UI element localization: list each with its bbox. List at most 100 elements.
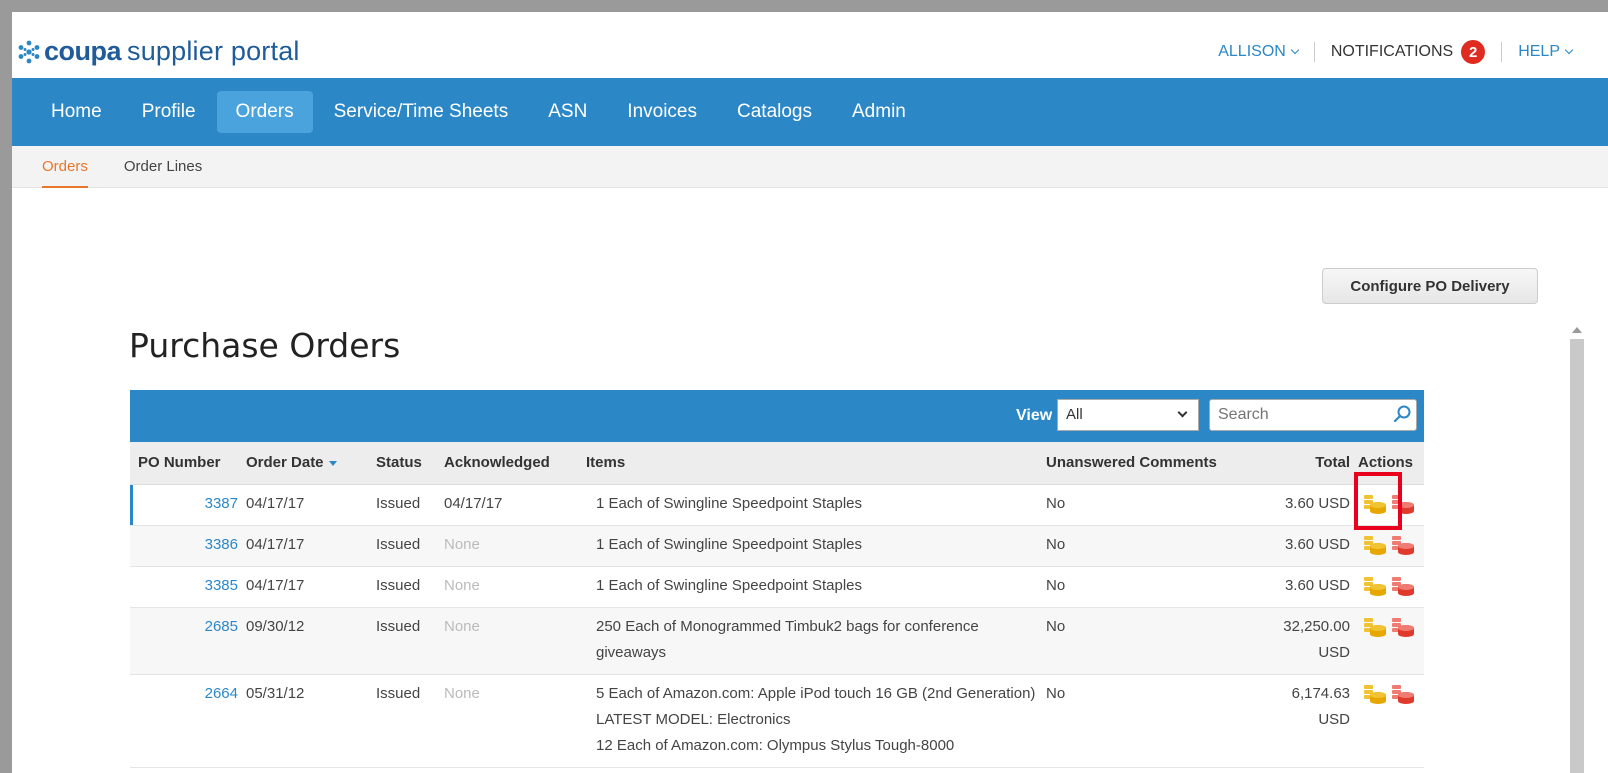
table-row[interactable]: 3385 04/17/17 Issued None 1 Each of Swin… — [130, 566, 1424, 608]
table-header-row: PO Number Order Date Status Acknowledged… — [130, 442, 1424, 485]
create-credit-note-icon[interactable] — [1389, 615, 1417, 639]
create-invoice-icon[interactable] — [1361, 533, 1389, 557]
logo-wordmark-bold: coupa — [44, 36, 122, 66]
items: 1 Each of Swingline Speedpoint Staples — [582, 566, 1042, 608]
tab-orders[interactable]: Orders — [216, 91, 313, 159]
acknowledged: None — [440, 525, 582, 567]
status: Issued — [372, 566, 440, 608]
items: 5 Each of Amazon.com: Apple iPod touch 1… — [582, 674, 1042, 768]
top-bar: coupa supplier portal ALLISON NOTIFICATI… — [12, 12, 1608, 78]
create-invoice-icon[interactable] — [1361, 682, 1389, 706]
user-name: ALLISON — [1218, 43, 1286, 60]
logo-wordmark-rest: supplier portal — [127, 36, 300, 66]
tab-invoices[interactable]: Invoices — [608, 91, 716, 133]
page-scrollbar[interactable] — [1560, 325, 1596, 773]
scroll-up-arrow-icon[interactable] — [1572, 327, 1582, 333]
view-label: View — [1016, 407, 1053, 424]
unanswered-comments: No — [1042, 674, 1264, 768]
po-number-link[interactable]: 3386 — [130, 525, 242, 567]
app-window: coupa supplier portal ALLISON NOTIFICATI… — [0, 0, 1608, 773]
help-label: HELP — [1518, 43, 1560, 60]
tab-catalogs[interactable]: Catalogs — [718, 91, 831, 133]
create-credit-note-icon[interactable] — [1389, 533, 1417, 557]
table-row[interactable]: 2664 05/31/12 Issued None 5 Each of Amaz… — [130, 674, 1424, 768]
table-toolbar: View All — [130, 390, 1424, 442]
search-input[interactable] — [1209, 399, 1417, 431]
tab-asn[interactable]: ASN — [529, 91, 606, 133]
items: 1 Each of Swingline Speedpoint Staples — [582, 484, 1042, 526]
page-title: Purchase Orders — [129, 326, 401, 365]
notifications-count-badge: 2 — [1461, 40, 1486, 64]
configure-po-delivery-button[interactable]: Configure PO Delivery — [1322, 268, 1538, 304]
col-status[interactable]: Status — [372, 442, 440, 485]
item-line: 5 Each of Amazon.com: Apple iPod touch 1… — [596, 684, 1036, 728]
total: 32,250.00 USD — [1264, 607, 1354, 675]
tab-home[interactable]: Home — [32, 91, 121, 133]
po-number-link[interactable]: 2685 — [130, 607, 242, 675]
col-po-number[interactable]: PO Number — [130, 442, 242, 485]
divider — [1313, 42, 1315, 62]
sort-desc-icon — [328, 460, 337, 466]
create-invoice-icon[interactable] — [1361, 615, 1389, 639]
po-number-link[interactable]: 3387 — [130, 484, 242, 526]
purchase-orders-table-panel: View All PO Number Order Date Status Ack… — [130, 390, 1424, 773]
status: Issued — [372, 674, 440, 768]
status: Issued — [372, 525, 440, 567]
row-actions — [1354, 674, 1424, 768]
chevron-down-icon — [1177, 407, 1188, 418]
view-select[interactable]: All — [1057, 399, 1199, 431]
coupa-snowflake-icon — [18, 40, 40, 63]
col-items[interactable]: Items — [582, 442, 1042, 485]
create-invoice-icon[interactable] — [1361, 574, 1389, 598]
acknowledged: None — [440, 566, 582, 608]
item-line: 1 Each of Swingline Speedpoint Staples — [596, 535, 863, 553]
tab-service-time-sheets[interactable]: Service/Time Sheets — [315, 91, 528, 133]
create-credit-note-icon[interactable] — [1389, 574, 1417, 598]
col-acknowledged[interactable]: Acknowledged — [440, 442, 582, 485]
col-order-date-label: Order Date — [246, 454, 324, 472]
status: Issued — [372, 607, 440, 675]
row-actions — [1354, 525, 1424, 567]
unanswered-comments: No — [1042, 566, 1264, 608]
order-date: 04/17/17 — [242, 566, 372, 608]
subtab-orders[interactable]: Orders — [42, 146, 88, 188]
help-menu[interactable]: HELP — [1518, 43, 1574, 61]
total: 6,174.63 USD — [1264, 674, 1354, 768]
table-row[interactable]: 3387 04/17/17 Issued 04/17/17 1 Each of … — [130, 484, 1424, 526]
acknowledged: 04/17/17 — [440, 484, 582, 526]
search-icon[interactable] — [1392, 404, 1412, 424]
tab-profile[interactable]: Profile — [123, 91, 215, 133]
highlight-box — [1354, 472, 1402, 530]
divider — [1501, 42, 1503, 62]
col-unanswered-comments[interactable]: Unanswered Comments — [1042, 442, 1264, 485]
col-order-date[interactable]: Order Date — [242, 442, 372, 485]
po-number-link[interactable]: 3385 — [130, 566, 242, 608]
order-date: 04/17/17 — [242, 484, 372, 526]
subtab-order-lines[interactable]: Order Lines — [124, 146, 202, 188]
create-credit-note-icon[interactable] — [1389, 682, 1417, 706]
chevron-down-icon — [1564, 45, 1574, 55]
tab-admin[interactable]: Admin — [833, 91, 925, 133]
items: 1 Each of Swingline Speedpoint Staples — [582, 525, 1042, 567]
main-nav: Home Profile Orders Service/Time Sheets … — [12, 78, 1608, 159]
order-date: 09/30/12 — [242, 607, 372, 675]
sub-nav: Orders Order Lines — [12, 146, 1608, 188]
coupa-logo[interactable]: coupa supplier portal — [16, 36, 300, 67]
total: 3.60 USD — [1264, 525, 1354, 567]
table-row[interactable]: 2685 09/30/12 Issued None 250 Each of Mo… — [130, 607, 1424, 675]
user-menu[interactable]: ALLISON — [1218, 43, 1300, 61]
items: 250 Each of Monogrammed Timbuk2 bags for… — [582, 607, 1042, 675]
po-number-link[interactable]: 2664 — [130, 674, 242, 768]
table-row[interactable]: 3386 04/17/17 Issued None 1 Each of Swin… — [130, 525, 1424, 567]
unanswered-comments: No — [1042, 607, 1264, 675]
item-line: 250 Each of Monogrammed Timbuk2 bags for… — [596, 617, 979, 661]
acknowledged: None — [440, 674, 582, 768]
notifications-label: NOTIFICATIONS — [1330, 43, 1454, 60]
notifications-link[interactable]: NOTIFICATIONS 2 — [1330, 40, 1486, 64]
status: Issued — [372, 484, 440, 526]
order-date: 04/17/17 — [242, 525, 372, 567]
scrollbar-thumb[interactable] — [1570, 339, 1584, 773]
row-actions — [1354, 566, 1424, 608]
chevron-down-icon — [1290, 45, 1300, 55]
col-total[interactable]: Total — [1264, 442, 1354, 485]
